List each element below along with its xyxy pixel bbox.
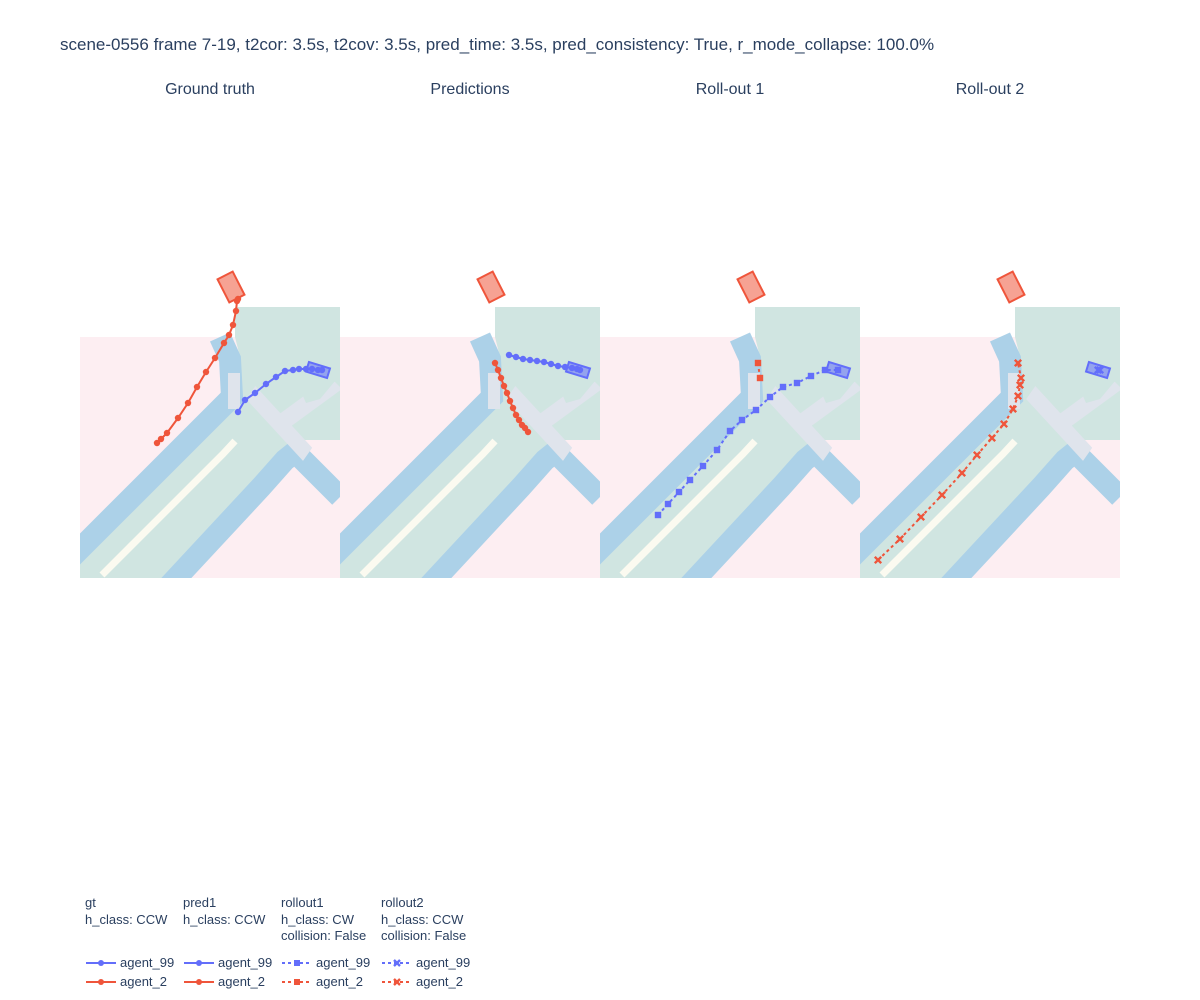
agent_2-point-pred1-6 [509, 404, 517, 412]
agent_99-point-gt-5 [281, 367, 289, 375]
agent_99-point-pred1-3 [526, 356, 534, 364]
legend-heading: pred1 [183, 895, 217, 910]
agent_99-point-rollout1-9 [766, 393, 774, 401]
agent_99-point-rollout1-11 [793, 379, 801, 387]
agent_2-point-pred1-4 [503, 389, 511, 397]
legend-heading: h_class: CW [281, 911, 354, 927]
agent_2-point-pred1-11 [524, 428, 532, 436]
agent_99-point-rollout1-5 [713, 446, 721, 454]
agent_2-box-rollout2 [996, 270, 1026, 304]
legend-label: agent_99 [120, 955, 175, 970]
agent_99-point-rollout1-8 [752, 406, 760, 414]
agent_2-point-gt-1 [157, 435, 165, 443]
agent_99-point-rollout1-14 [834, 366, 842, 374]
agent_99-point-gt-11 [318, 366, 326, 374]
agent_99-point-pred1-2 [519, 355, 527, 363]
legend-heading: rollout2 [381, 895, 424, 910]
legend-heading: h_class: CCW [381, 911, 464, 927]
agent_99-point-gt-3 [262, 380, 270, 388]
agent_99-point-rollout1-12 [807, 372, 815, 380]
legend-label: agent_2 [416, 974, 463, 989]
chart-plot-area [0, 270, 1200, 1000]
legend-label: agent_2 [120, 974, 167, 989]
legend-marker-swatch [196, 979, 202, 985]
agent_2-point-gt-5 [193, 383, 201, 391]
agent_99-point-gt-4 [272, 373, 280, 381]
agent_99-point-gt-9 [308, 365, 316, 373]
agent_2-point-gt-4 [184, 399, 192, 407]
agent_2-point-pred1-5 [506, 397, 514, 405]
agent_2-point-pred1-1 [494, 366, 502, 374]
agent_99-point-rollout1-7 [738, 416, 746, 424]
legend-heading: collision: False [381, 928, 467, 943]
agent_99-point-gt-0 [234, 408, 242, 416]
agent_2-point-pred1-0 [491, 359, 499, 367]
map-tile-4 [830, 307, 1122, 587]
legend-heading: collision: False [281, 928, 367, 943]
agent_2-point-rollout1-1 [756, 374, 764, 382]
agent_99-point-gt-8 [302, 365, 310, 373]
agent_2-point-gt-2 [163, 429, 171, 437]
agent_99-point-rollout1-0 [654, 511, 662, 519]
agent_2-box-rollout1 [736, 270, 766, 304]
legend-label: agent_2 [316, 974, 363, 989]
legend-marker-swatch [98, 960, 104, 966]
legend-heading: gt [85, 895, 96, 910]
agent_2-box-pred1 [476, 270, 506, 304]
legend-marker-swatch [98, 979, 104, 985]
agent_2-point-pred1-3 [500, 382, 508, 390]
agent_2-point-gt-3 [174, 414, 182, 422]
legend-label: agent_99 [416, 955, 471, 970]
legend-label: agent_99 [316, 955, 371, 970]
agent_99-point-pred1-5 [540, 358, 548, 366]
agent_99-point-pred1-1 [512, 353, 520, 361]
agent_2-point-rollout1-0 [754, 359, 762, 367]
agent_99-point-gt-6 [289, 366, 297, 374]
agent_99-point-pred1-11 [576, 366, 584, 374]
agent_99-point-pred1-4 [533, 357, 541, 365]
agent_2-point-gt-11 [232, 307, 240, 315]
agent_99-point-rollout1-3 [686, 476, 694, 484]
legend-label: agent_99 [218, 955, 273, 970]
legend-group-gt: gt h_class: CCW agent_99 agent_2 [85, 895, 174, 989]
map-backgrounds [50, 307, 1122, 587]
agent_99-point-gt-7 [295, 365, 303, 373]
legend-group-pred1: pred1 h_class: CCW agent_99 agent_2 [183, 895, 272, 989]
agent_99-point-gt-2 [251, 389, 259, 397]
legend-heading: h_class: CCW [183, 911, 266, 927]
agent_99-point-rollout1-2 [675, 488, 683, 496]
agent_99-point-gt-1 [241, 396, 249, 404]
legend-group-rollout2: rollout2 h_class: CCW collision: False agen… [381, 895, 470, 989]
agent_99-point-pred1-0 [505, 351, 513, 359]
agent_99-point-pred1-6 [547, 360, 555, 368]
legend-heading: rollout1 [281, 895, 324, 910]
agent_2-point-gt-9 [225, 331, 233, 339]
agent_99-point-rollout1-13 [821, 366, 829, 374]
agent_2-point-gt-8 [220, 339, 228, 347]
agent_2-point-pred1-2 [497, 374, 505, 382]
agent_99-point-rollout1-4 [699, 462, 707, 470]
agent_2-point-gt-7 [211, 354, 219, 362]
agent_2-point-gt-6 [202, 368, 210, 376]
agent_2-point-gt-10 [229, 321, 237, 329]
legend-heading: h_class: CCW [85, 911, 168, 927]
agent_99-point-pred1-7 [554, 362, 562, 370]
agent_99-point-rollout1-6 [726, 427, 734, 435]
legend-marker-swatch [294, 979, 300, 985]
agent_99-point-rollout1-10 [779, 383, 787, 391]
legend-marker-swatch [294, 960, 300, 966]
legend-label: agent_2 [218, 974, 265, 989]
legend-group-rollout1: rollout1 h_class: CW collision: False agent… [281, 895, 370, 989]
legend-marker-swatch [196, 960, 202, 966]
map-tile-2 [310, 307, 602, 587]
agent_2-point-gt-13 [234, 295, 242, 303]
agent_99-point-pred1-8 [561, 363, 569, 371]
map-tile-1 [50, 307, 342, 587]
agent_99-point-rollout1-1 [664, 500, 672, 508]
